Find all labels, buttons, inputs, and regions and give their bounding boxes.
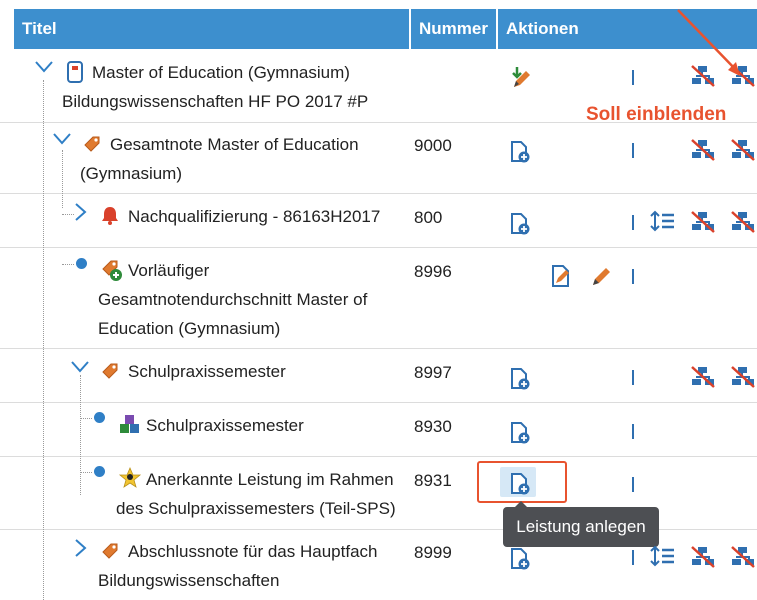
separator-bar bbox=[632, 370, 634, 385]
sort-list-icon[interactable] bbox=[650, 210, 676, 232]
tree-guide-line bbox=[62, 150, 63, 208]
tag-icon bbox=[102, 543, 118, 559]
add-document-icon[interactable] bbox=[509, 140, 531, 164]
star-eye-icon bbox=[118, 466, 142, 488]
add-document-icon[interactable] bbox=[509, 547, 531, 571]
separator-bar bbox=[632, 143, 634, 158]
tree-leaf-dot bbox=[94, 466, 105, 477]
row-divider bbox=[0, 456, 757, 457]
row-title-line2: des Schulpraxissemesters (Teil-SPS) bbox=[116, 499, 396, 518]
tree-leaf-dot bbox=[76, 258, 87, 269]
annotation-arrow bbox=[677, 9, 740, 76]
column-header-number: Nummer bbox=[411, 9, 496, 49]
tooltip: Leistung anlegen bbox=[503, 501, 659, 547]
column-separator bbox=[496, 9, 498, 600]
row-title-line2: (Gymnasium) bbox=[80, 164, 183, 183]
row-title-line2: Bildungswissenschaften HF PO 2017 #P bbox=[62, 92, 369, 111]
highlight-box bbox=[477, 461, 567, 503]
hide-structure-icon[interactable] bbox=[730, 365, 756, 389]
pencil-icon[interactable] bbox=[590, 264, 614, 288]
separator-bar bbox=[632, 70, 634, 85]
row-title: Master of Education (Gymnasium) bbox=[92, 63, 350, 82]
hide-structure-icon[interactable] bbox=[730, 138, 756, 162]
stacked-boxes-icon bbox=[120, 415, 139, 433]
tree-branch-line bbox=[62, 214, 74, 215]
tree-guide-line bbox=[80, 375, 81, 495]
row-divider bbox=[0, 247, 757, 248]
row-number: 8930 bbox=[414, 417, 452, 436]
column-header-title: Titel bbox=[14, 9, 409, 49]
separator-bar bbox=[632, 215, 634, 230]
separator-bar bbox=[632, 269, 634, 284]
separator-bar bbox=[632, 424, 634, 439]
row-number: 8996 bbox=[414, 262, 452, 281]
bell-icon bbox=[102, 207, 118, 225]
hide-structure-icon[interactable] bbox=[690, 138, 716, 162]
hide-structure-icon[interactable] bbox=[690, 545, 716, 569]
download-edit-icon[interactable] bbox=[508, 65, 532, 91]
column-header-actions-label: Aktionen bbox=[506, 19, 579, 38]
column-header-title-label: Titel bbox=[22, 19, 57, 38]
tag-icon bbox=[84, 136, 100, 152]
add-document-icon[interactable] bbox=[509, 212, 531, 236]
chevron-down-icon[interactable] bbox=[34, 60, 54, 74]
separator-bar bbox=[632, 477, 634, 492]
chevron-right-icon[interactable] bbox=[74, 202, 88, 222]
sort-list-icon[interactable] bbox=[650, 545, 676, 567]
tag-add-icon bbox=[102, 260, 122, 281]
row-title: Schulpraxissemester bbox=[146, 416, 304, 435]
row-title: Anerkannte Leistung im Rahmen bbox=[146, 470, 394, 489]
hide-structure-icon[interactable] bbox=[730, 210, 756, 234]
hide-structure-icon[interactable] bbox=[690, 210, 716, 234]
row-title: Vorläufiger bbox=[128, 261, 210, 280]
row-number: 9000 bbox=[414, 136, 452, 155]
annotation-text: Soll einblenden bbox=[586, 104, 727, 125]
tree-branch-line bbox=[62, 264, 74, 265]
row-divider bbox=[0, 402, 757, 403]
row-title: Abschlussnote für das Hauptfach bbox=[128, 542, 378, 561]
column-header-number-label: Nummer bbox=[419, 19, 488, 38]
document-red-icon bbox=[67, 61, 83, 83]
row-title-line3: Education (Gymnasium) bbox=[98, 319, 281, 338]
add-document-icon[interactable] bbox=[509, 367, 531, 391]
row-title: Gesamtnote Master of Education bbox=[110, 135, 359, 154]
row-number: 8997 bbox=[414, 363, 452, 382]
add-document-icon[interactable] bbox=[509, 421, 531, 445]
hide-structure-icon[interactable] bbox=[730, 545, 756, 569]
chevron-down-icon[interactable] bbox=[52, 132, 72, 146]
tree-branch-line bbox=[80, 472, 92, 473]
tag-icon bbox=[102, 363, 118, 379]
column-separator bbox=[409, 9, 411, 600]
row-title: Nachqualifizierung - 86163H2017 bbox=[128, 207, 381, 226]
tree-leaf-dot bbox=[94, 412, 105, 423]
row-number: 8999 bbox=[414, 543, 452, 562]
tree-guide-line bbox=[43, 80, 44, 600]
row-title-line2: Gesamtnotendurchschnitt Master of bbox=[98, 290, 368, 309]
row-number: 800 bbox=[414, 208, 443, 227]
row-divider bbox=[0, 193, 757, 194]
row-title: Schulpraxissemester bbox=[128, 362, 286, 381]
row-number: 8931 bbox=[414, 471, 452, 490]
chevron-right-icon[interactable] bbox=[74, 538, 88, 558]
row-title-line2: Bildungswissenschaften bbox=[98, 571, 280, 590]
chevron-down-icon[interactable] bbox=[70, 360, 90, 374]
hide-structure-icon[interactable] bbox=[690, 365, 716, 389]
tree-branch-line bbox=[80, 418, 92, 419]
row-divider bbox=[0, 348, 757, 349]
separator-bar bbox=[632, 550, 634, 565]
edit-document-icon[interactable] bbox=[550, 264, 574, 288]
